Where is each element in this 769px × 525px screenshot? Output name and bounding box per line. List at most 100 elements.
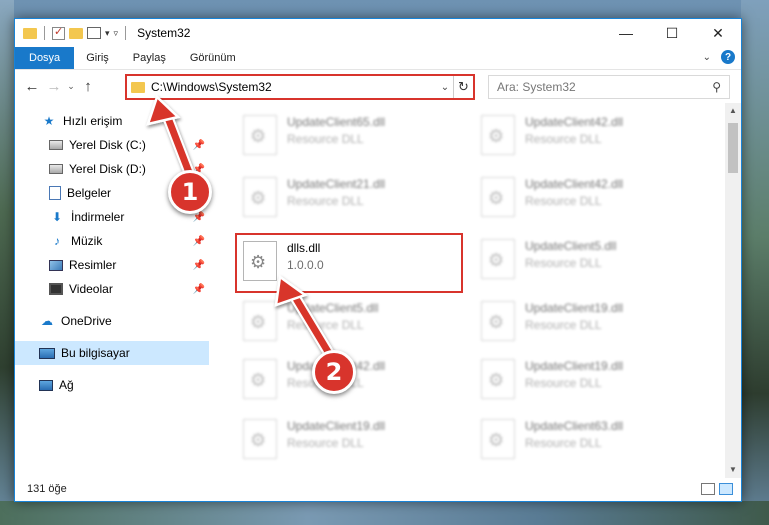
sidebar-item-pictures[interactable]: Resimler 📌 xyxy=(15,253,209,277)
file-name: UpdateClient42.dll xyxy=(525,177,624,191)
dll-file-icon xyxy=(481,301,515,341)
chevron-down-icon[interactable]: ⌄ xyxy=(437,82,453,93)
file-description: Resource DLL xyxy=(287,194,364,208)
file-item[interactable]: UpdateClient21.dll Resource DLL xyxy=(237,171,457,227)
sidebar-item-label: Hızlı erişim xyxy=(63,114,123,128)
address-row: ← → ⌄ ↑ C:\Windows\System32 ⌄ ↻ Ara: Sys… xyxy=(15,69,741,103)
forward-arrow-icon[interactable]: → xyxy=(43,78,65,95)
pin-icon[interactable]: 📌 xyxy=(193,260,205,271)
file-item[interactable]: UpdateClient5.dll Resource DLL xyxy=(237,295,457,351)
dll-file-icon xyxy=(481,359,515,399)
refresh-icon[interactable]: ↻ xyxy=(453,76,473,98)
dll-file-icon xyxy=(481,177,515,217)
file-item[interactable]: UpdateClient5.dll Resource DLL xyxy=(475,233,695,289)
vertical-scrollbar[interactable]: ▲ ▼ xyxy=(725,103,741,478)
network-icon xyxy=(39,379,53,391)
step-badge-2: 2 xyxy=(312,350,356,394)
view-props-icon[interactable] xyxy=(87,27,101,39)
address-bar[interactable]: C:\Windows\System32 ⌄ ↻ xyxy=(125,74,475,100)
details-view-icon[interactable] xyxy=(701,483,715,495)
sidebar-item-network[interactable]: Ağ xyxy=(15,373,209,397)
dll-file-icon xyxy=(243,241,277,281)
content-area: ★ Hızlı erişim Yerel Disk (C:) 📌 Yerel D… xyxy=(15,103,741,478)
sidebar-item-quick-access[interactable]: ★ Hızlı erişim xyxy=(15,109,209,133)
file-description: Resource DLL xyxy=(287,132,364,146)
folder-icon xyxy=(23,27,37,39)
pin-icon[interactable]: 📌 xyxy=(193,140,205,151)
file-description: Resource DLL xyxy=(525,376,602,390)
scroll-up-icon[interactable]: ▲ xyxy=(725,103,741,119)
file-list: UpdateClient65.dll Resource DLL UpdateCli… xyxy=(209,103,741,478)
file-item[interactable]: UpdateClient19.dll Resource DLL xyxy=(237,413,457,469)
file-item[interactable]: UpdateClient65.dll Resource DLL xyxy=(237,109,457,165)
expand-ribbon-icon[interactable]: ⌄ xyxy=(703,52,711,63)
file-description: Resource DLL xyxy=(287,318,364,332)
sidebar-item-label: Belgeler xyxy=(67,186,112,200)
dll-file-icon xyxy=(243,359,277,399)
drive-icon xyxy=(49,164,63,174)
properties-check-icon[interactable] xyxy=(52,25,65,40)
window-title: System32 xyxy=(137,26,191,40)
tab-share[interactable]: Paylaş xyxy=(121,47,178,69)
file-name: dlls.dll xyxy=(287,241,321,255)
scroll-down-icon[interactable]: ▼ xyxy=(725,462,741,478)
help-icon[interactable]: ? xyxy=(721,50,735,64)
sidebar-item-disk-c[interactable]: Yerel Disk (C:) 📌 xyxy=(15,133,209,157)
sidebar-item-this-pc[interactable]: Bu bilgisayar xyxy=(15,341,209,365)
window-controls: — ☐ ✕ xyxy=(603,19,741,47)
tiles-view-icon[interactable] xyxy=(719,483,733,495)
explorer-window: ▾ ▿ System32 — ☐ ✕ Dosya Giriş Paylaş Gö… xyxy=(14,18,742,502)
sidebar-item-label: İndirmeler xyxy=(71,210,125,224)
file-item[interactable]: UpdateClient42.dll Resource DLL xyxy=(475,171,695,227)
tab-view[interactable]: Görünüm xyxy=(178,47,248,69)
dll-file-icon xyxy=(243,115,277,155)
status-bar: 131 öğe xyxy=(15,477,741,501)
dll-file-icon xyxy=(481,239,515,279)
desktop-background-right xyxy=(741,0,769,525)
computer-icon xyxy=(39,347,55,359)
back-arrow-icon[interactable]: ← xyxy=(21,78,43,95)
file-item[interactable]: UpdateClient42.dll Resource DLL xyxy=(475,109,695,165)
file-item[interactable]: UpdateClient19.dll Resource DLL xyxy=(475,353,695,409)
file-description: Resource DLL xyxy=(525,194,602,208)
sidebar-item-music[interactable]: ♪ Müzik 📌 xyxy=(15,229,209,253)
step-badge-1: 1 xyxy=(168,170,212,214)
file-name: UpdateClient21.dll xyxy=(287,177,386,191)
tab-home[interactable]: Giriş xyxy=(74,47,121,69)
sidebar-item-label: Bu bilgisayar xyxy=(61,346,130,360)
sidebar-item-label: Müzik xyxy=(71,234,103,248)
up-arrow-icon[interactable]: ↑ xyxy=(77,78,99,95)
sidebar-item-videos[interactable]: Videolar 📌 xyxy=(15,277,209,301)
sidebar-item-label: Resimler xyxy=(69,258,117,272)
close-button[interactable]: ✕ xyxy=(695,19,741,47)
dll-file-icon xyxy=(243,301,277,341)
pin-icon[interactable]: 📌 xyxy=(193,284,205,295)
file-item[interactable]: UpdateClient19.dll Resource DLL xyxy=(475,295,695,351)
search-icon[interactable]: ⚲ xyxy=(712,80,721,94)
sidebar-item-label: Videolar xyxy=(69,282,113,296)
dll-file-icon xyxy=(243,177,277,217)
dll-file-icon xyxy=(481,115,515,155)
file-description: Resource DLL xyxy=(287,436,364,450)
pin-icon[interactable]: 📌 xyxy=(193,236,205,247)
address-path[interactable]: C:\Windows\System32 xyxy=(151,80,437,94)
chevron-down-icon[interactable]: ▾ xyxy=(105,28,110,39)
scroll-thumb[interactable] xyxy=(728,123,738,173)
search-box[interactable]: Ara: System32 ⚲ xyxy=(488,75,730,99)
maximize-button[interactable]: ☐ xyxy=(649,19,695,47)
dll-file-icon xyxy=(481,419,515,459)
search-input[interactable]: Ara: System32 xyxy=(497,80,712,94)
tab-file[interactable]: Dosya xyxy=(15,47,75,69)
desktop-background-left xyxy=(0,0,14,525)
customize-toolbar-icon[interactable]: ▿ xyxy=(114,28,119,39)
file-item-dlls[interactable]: dlls.dll 1.0.0.0 xyxy=(235,233,463,293)
music-icon: ♪ xyxy=(54,234,60,248)
new-folder-icon[interactable] xyxy=(69,27,83,39)
navigation-pane: ★ Hızlı erişim Yerel Disk (C:) 📌 Yerel D… xyxy=(15,103,209,478)
recent-locations-icon[interactable]: ⌄ xyxy=(65,81,77,92)
file-item[interactable]: UpdateClient63.dll Resource DLL xyxy=(475,413,695,469)
sidebar-item-onedrive[interactable]: ☁ OneDrive xyxy=(15,309,209,333)
ribbon-right-controls: ⌄ ? xyxy=(703,50,735,64)
minimize-button[interactable]: — xyxy=(603,19,649,47)
file-name: UpdateClient19.dll xyxy=(287,419,386,433)
